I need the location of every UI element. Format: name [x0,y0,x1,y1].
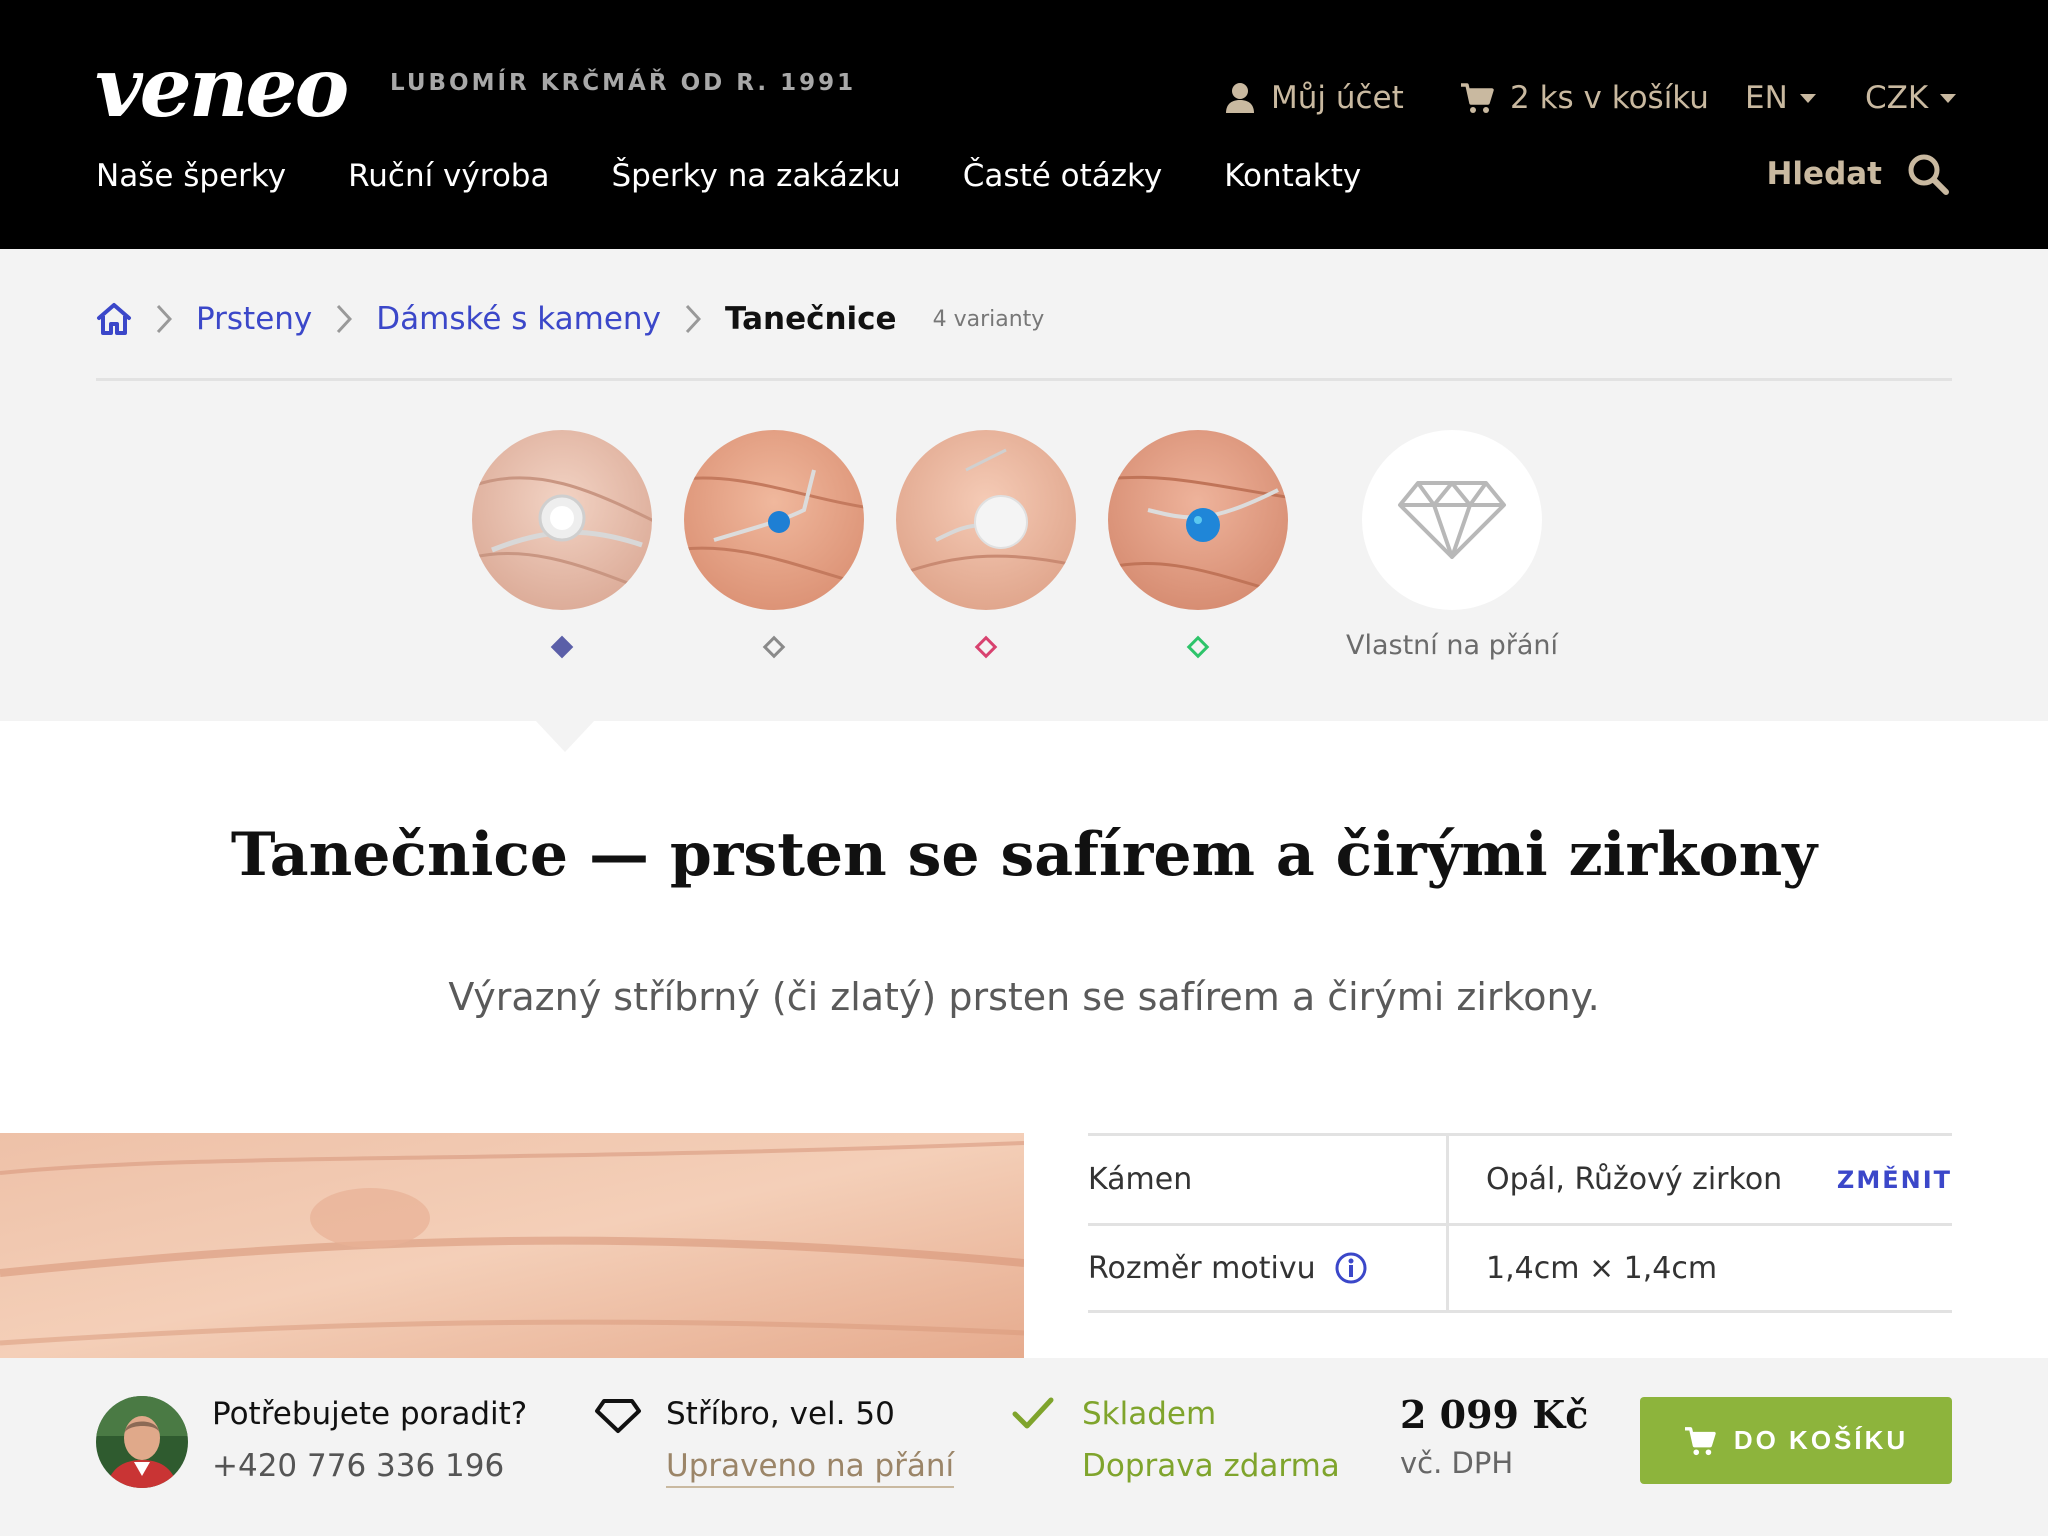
user-icon [1226,83,1254,113]
account-label: Můj účet [1271,80,1404,116]
cart-icon [1684,1426,1716,1455]
chevron-right-icon [336,304,353,334]
chevron-right-icon [156,304,172,334]
diamond-icon [1398,481,1506,559]
variant-thumb-4[interactable] [1108,430,1288,610]
nav-item-faq[interactable]: Časté otázky [963,158,1162,194]
spec-row-size: Rozměr motivu 1,4cm × 1,4cm [1088,1223,1952,1313]
variant-thumb-1[interactable] [472,430,652,610]
customized-link[interactable]: Upraveno na přání [666,1448,955,1488]
cart-icon [1461,83,1494,113]
diamond-icon [595,1399,641,1433]
chevron-right-icon [685,304,701,334]
nav-item-handmade[interactable]: Ruční výroba [348,158,549,194]
divider [96,378,1952,381]
variant-thumb-3[interactable] [896,430,1076,610]
caret-down-icon [1940,93,1957,103]
check-icon [1012,1397,1054,1429]
add-to-cart-label: DO KOŠÍKU [1733,1425,1909,1455]
cart-label: 2 ks v košíku [1510,80,1709,116]
search-icon [1908,154,1949,195]
product-subtitle: Výrazný stříbrný (či zlatý) prsten se sa… [448,975,1600,1019]
language-value: EN [1745,80,1788,116]
help-question: Potřebujete poradit? [212,1396,528,1432]
spec-value: Opál, Růžový zirkon [1486,1162,1783,1197]
account-link[interactable]: Můj účet [1225,78,1404,118]
breadcrumb: Prsteny Dámské s kameny Tanečnice 4 vari… [96,294,1044,344]
nav-item-jewelry[interactable]: Naše šperky [96,158,286,194]
add-to-cart-button[interactable]: DO KOŠÍKU [1640,1397,1952,1484]
tagline: LUBOMÍR KRČMÁŘ OD R. 1991 [390,70,857,96]
nav-item-custom[interactable]: Šperky na zakázku [611,158,900,194]
nav-item-contacts[interactable]: Kontakty [1224,158,1361,194]
site-header: veneo LUBOMÍR KRČMÁŘ OD R. 1991 Můj účet… [0,0,2048,249]
custom-variant-button[interactable] [1362,430,1542,610]
change-stone-button[interactable]: ZMĚNIT [1837,1166,1952,1194]
currency-value: CZK [1865,80,1929,116]
selected-variant: Stříbro, vel. 50 [666,1396,895,1432]
help-phone[interactable]: +420 776 336 196 [212,1448,504,1484]
stock-status: Skladem [1082,1396,1217,1432]
language-select[interactable]: EN [1745,78,1816,118]
logo[interactable]: veneo [95,38,349,138]
spec-label-size: Rozměr motivu [1088,1251,1448,1286]
info-icon[interactable] [1334,1251,1368,1285]
currency-select[interactable]: CZK [1865,78,1957,118]
variant-count: 4 varianty [932,306,1045,332]
caret-down-icon [1799,93,1816,103]
vat-note: vč. DPH [1400,1446,1514,1480]
breadcrumb-rings[interactable]: Prsteny [196,301,312,337]
spec-value-size: 1,4cm × 1,4cm [1486,1250,1718,1286]
main-nav: Naše šperky Ruční výroba Šperky na zakáz… [96,158,1423,194]
home-icon[interactable] [96,301,132,337]
cart-link[interactable]: 2 ks v košíku [1460,78,1709,118]
custom-variant-label: Vlastní na přání [1345,630,1558,661]
search-button[interactable]: Hledat [1766,152,1950,196]
product-title: Tanečnice — prsten se safírem a čirými z… [230,820,1818,890]
variant-thumb-2[interactable] [684,430,864,610]
product-image[interactable] [0,1133,1024,1358]
spec-label: Kámen [1088,1162,1193,1197]
spec-row-stone: Kámen Opál, Růžový zirkon ZMĚNIT [1088,1133,1952,1223]
selected-pointer [535,720,595,752]
breadcrumb-current: Tanečnice [724,301,897,337]
search-label: Hledat [1766,156,1882,192]
shipping-info: Doprava zdarma [1082,1448,1340,1484]
spec-table: Kámen Opál, Růžový zirkon ZMĚNIT Rozměr … [1088,1133,1952,1313]
breadcrumb-ladies-stones[interactable]: Dámské s kameny [376,301,661,337]
avatar [96,1396,188,1488]
price: 2 099 Kč [1400,1392,1589,1437]
spec-label-text: Rozměr motivu [1088,1250,1316,1286]
